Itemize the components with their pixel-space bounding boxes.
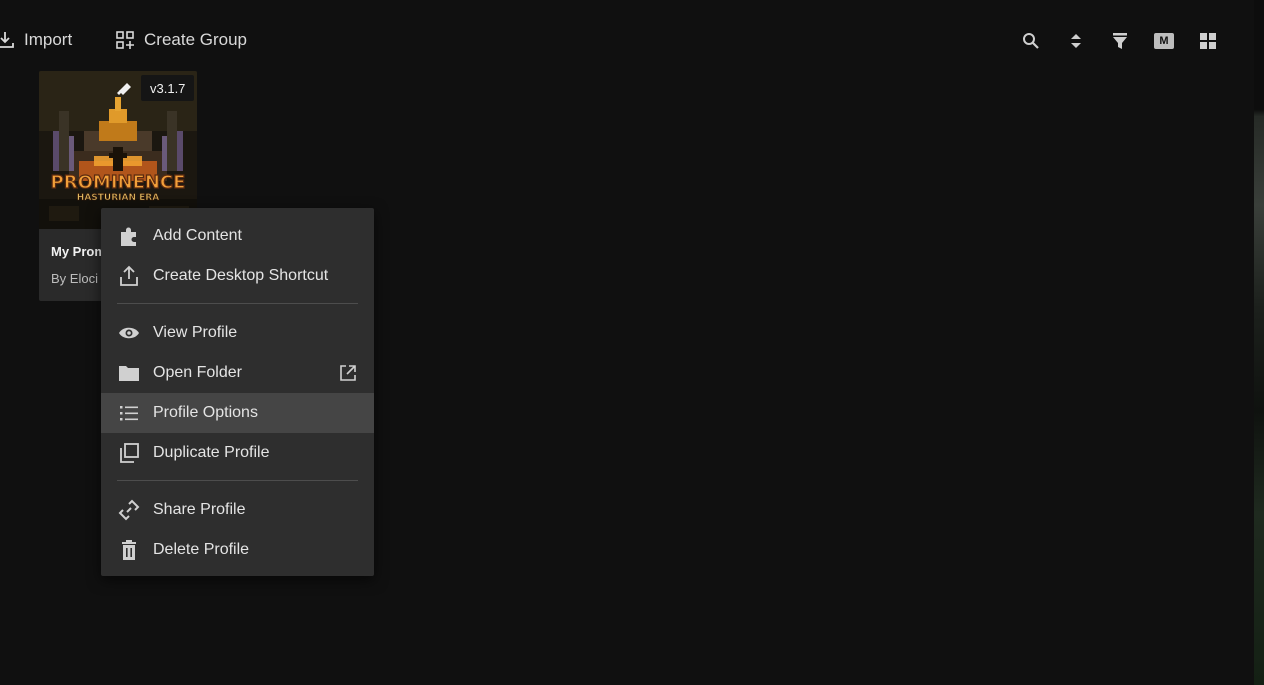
menu-item-label: Create Desktop Shortcut xyxy=(153,267,329,284)
profile-title: My Prom xyxy=(51,244,106,259)
menu-item-profile-options[interactable]: Profile Options xyxy=(101,393,374,433)
menu-item-duplicate-profile[interactable]: Duplicate Profile xyxy=(101,433,374,473)
menu-item-share-profile[interactable]: Share Profile xyxy=(101,490,374,530)
search-button[interactable] xyxy=(1019,29,1043,53)
menu-item-label: Open Folder xyxy=(153,364,242,381)
external-link-icon xyxy=(338,363,358,383)
filter-icon xyxy=(1113,33,1127,49)
create-group-button[interactable]: Create Group xyxy=(116,25,247,55)
download-icon xyxy=(0,32,14,48)
menu-item-add-content[interactable]: Add Content xyxy=(101,216,374,256)
duplicate-icon xyxy=(117,441,141,465)
menu-item-label: Duplicate Profile xyxy=(153,444,270,461)
sort-icon xyxy=(1071,34,1081,48)
menu-item-delete-profile[interactable]: Delete Profile xyxy=(101,530,374,570)
list-icon xyxy=(117,401,141,425)
create-group-label: Create Group xyxy=(144,30,247,49)
menu-item-label: Share Profile xyxy=(153,501,246,518)
sort-button[interactable] xyxy=(1064,29,1088,53)
menu-item-label: Add Content xyxy=(153,227,242,244)
menu-divider xyxy=(117,480,358,481)
puzzle-icon xyxy=(117,224,141,248)
folder-icon xyxy=(117,361,141,385)
grid-view-button[interactable] xyxy=(1196,29,1220,53)
grid-view-icon xyxy=(1200,33,1216,49)
menu-item-create-desktop-shortcut[interactable]: Create Desktop Shortcut xyxy=(101,256,374,296)
m-badge: M xyxy=(1154,33,1174,49)
trash-icon xyxy=(117,538,141,562)
profile-context-menu: Add Content Create Desktop Shortcut View… xyxy=(101,208,374,576)
profile-art: PROMINENCE HASTURIAN ERA v3.1.7 xyxy=(39,71,197,229)
link-icon xyxy=(117,498,141,522)
search-icon xyxy=(1023,33,1039,49)
filter-button[interactable] xyxy=(1108,29,1132,53)
art-subtitle-text: HASTURIAN ERA xyxy=(77,193,159,203)
profile-author: By Eloci xyxy=(51,271,98,286)
art-title-text: PROMINENCE xyxy=(51,172,186,193)
eye-icon xyxy=(117,321,141,345)
menu-item-label: View Profile xyxy=(153,324,238,341)
background-edge xyxy=(1254,0,1264,685)
menu-divider xyxy=(117,303,358,304)
menu-item-view-profile[interactable]: View Profile xyxy=(101,313,374,353)
loader-icon xyxy=(117,83,131,95)
create-group-icon xyxy=(116,31,134,49)
share-upload-icon xyxy=(117,264,141,288)
menu-item-label: Delete Profile xyxy=(153,541,250,558)
m-toggle-button[interactable]: M xyxy=(1152,29,1176,53)
menu-item-open-folder[interactable]: Open Folder xyxy=(101,353,374,393)
import-button[interactable]: Import xyxy=(0,25,72,55)
version-badge: v3.1.7 xyxy=(141,75,195,101)
import-label: Import xyxy=(24,30,73,49)
menu-item-label: Profile Options xyxy=(153,404,258,421)
